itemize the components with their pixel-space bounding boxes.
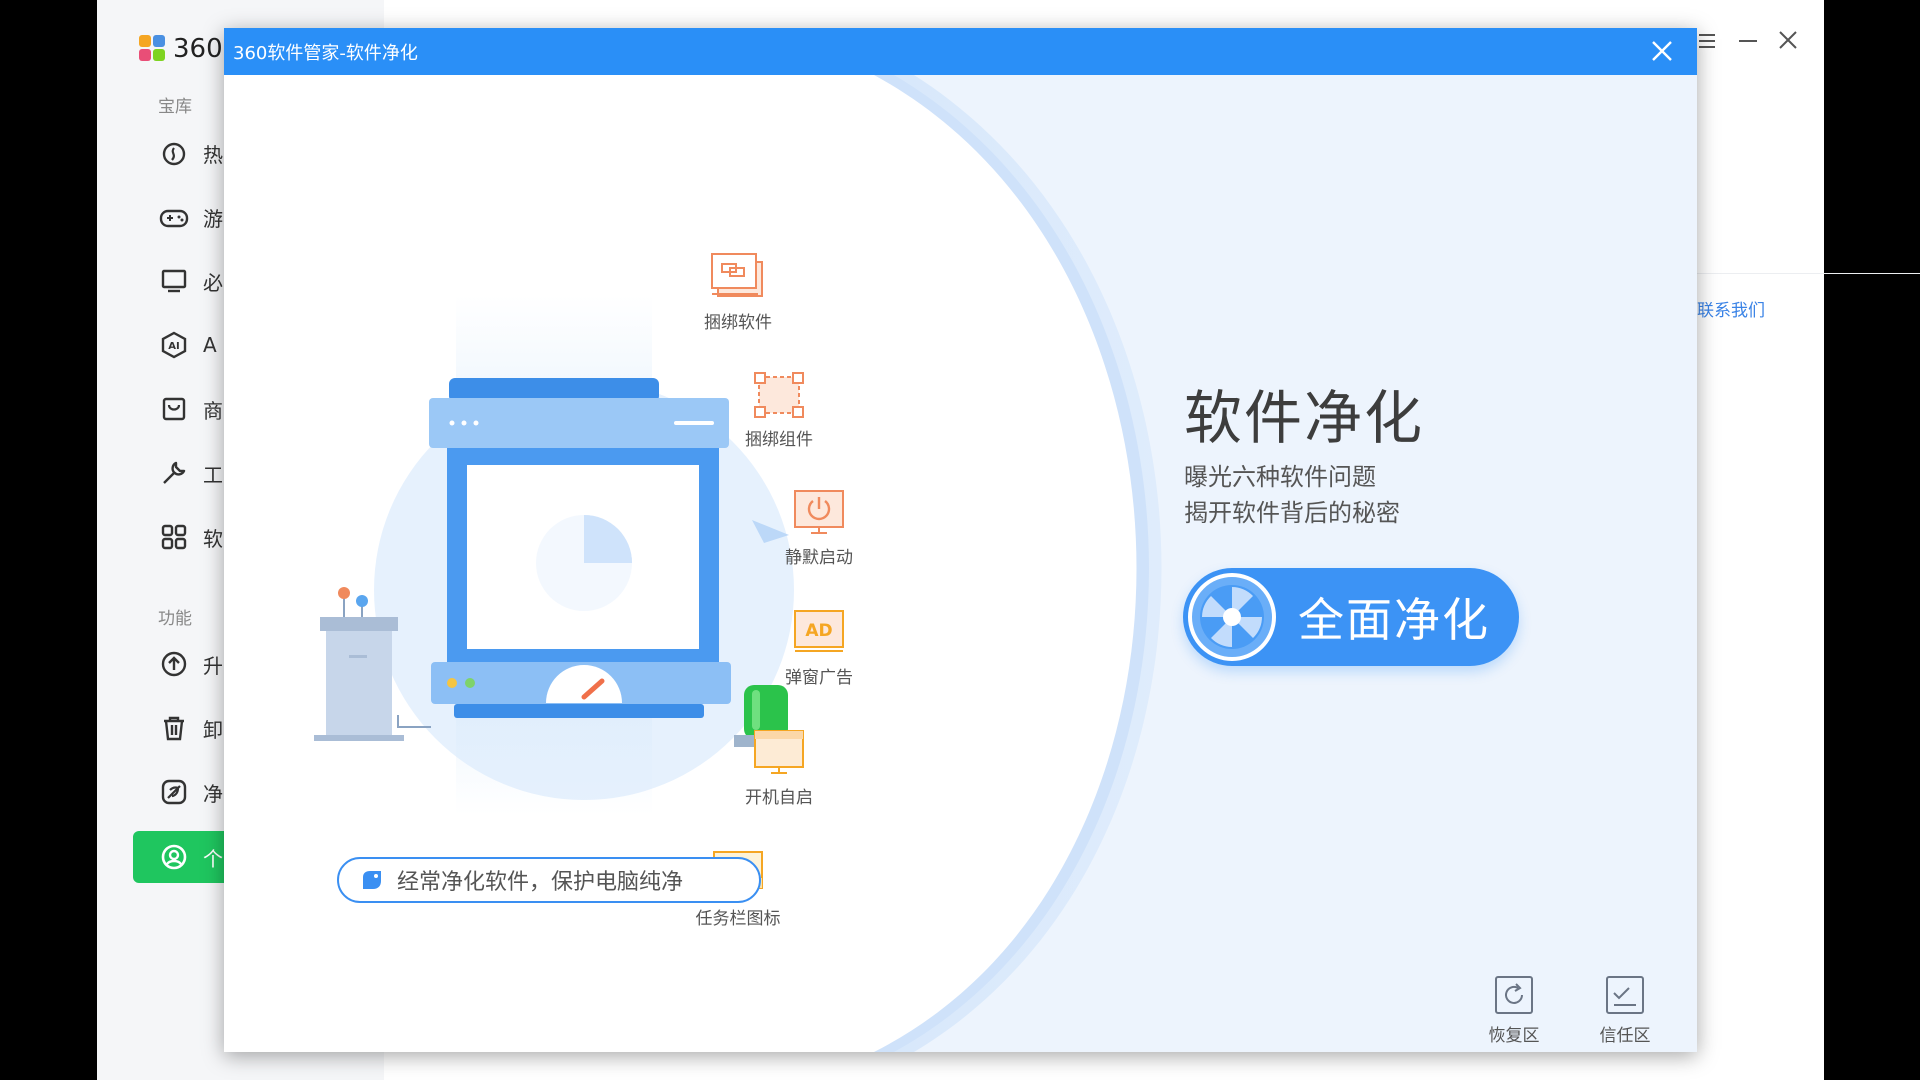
fire-icon — [159, 138, 189, 168]
restore-icon — [1495, 976, 1533, 1014]
software-clean-dialog: 360软件管家-软件净化 捆绑软件 捆绑组件 静默启动 AD 弹窗广告 开机自启… — [224, 28, 1697, 1052]
autostart-icon — [754, 730, 804, 774]
logo-icon — [139, 35, 167, 63]
logo-text: 360 — [173, 34, 223, 64]
popup-ad-icon: AD — [794, 610, 844, 652]
restore-zone-button[interactable]: 恢复区 — [1479, 975, 1549, 1046]
dialog-body: 捆绑软件 捆绑组件 静默启动 AD 弹窗广告 开机自启 任务栏图标 经常净化软件… — [224, 75, 1697, 1052]
user-circle-icon — [159, 842, 189, 872]
feature-silent-start: 静默启动 — [764, 487, 874, 568]
grid-icon — [159, 522, 189, 552]
clean-leaf-icon — [159, 777, 189, 807]
trash-icon — [159, 713, 189, 743]
divider — [1690, 273, 1920, 274]
bg-close-icon[interactable] — [1777, 28, 1799, 58]
feature-autostart: 开机自启 — [724, 727, 834, 808]
page-title: 软件净化 — [1184, 384, 1425, 452]
subtitle-line-2: 揭开软件背后的秘密 — [1184, 499, 1400, 527]
monitor-icon — [159, 266, 189, 296]
full-clean-label: 全面净化 — [1298, 593, 1490, 647]
section-label-library: 宝库 — [158, 97, 192, 117]
upgrade-arrow-icon — [159, 649, 189, 679]
svg-text:AI: AI — [168, 341, 179, 352]
tag-icon — [363, 871, 381, 889]
dialog-title: 360软件管家-软件净化 — [233, 42, 418, 64]
close-icon — [1652, 41, 1672, 61]
feature-bundled-component: 捆绑组件 — [724, 371, 834, 450]
wrench-icon — [159, 458, 189, 488]
menu-icon[interactable] — [1697, 28, 1717, 58]
bundled-component-icon — [754, 372, 804, 418]
fan-icon — [1188, 573, 1276, 661]
silent-start-icon — [794, 490, 844, 534]
dialog-titlebar: 360软件管家-软件净化 — [224, 28, 1697, 75]
contact-us-link[interactable]: 联系我们 — [1697, 296, 1765, 321]
subtitle-line-1: 曝光六种软件问题 — [1184, 463, 1376, 491]
full-clean-button[interactable]: 全面净化 — [1183, 568, 1519, 666]
section-label-functions: 功能 — [158, 609, 192, 629]
bundled-software-icon — [711, 253, 763, 297]
feature-bundled-software: 捆绑软件 — [683, 250, 793, 333]
tip-text: 经常净化软件，保护电脑纯净 — [397, 870, 684, 895]
gamepad-icon — [159, 202, 189, 232]
trust-zone-button[interactable]: 信任区 — [1590, 975, 1660, 1046]
trust-icon — [1606, 976, 1644, 1014]
app-logo: 360 — [139, 34, 223, 64]
tip-banner: 经常净化软件，保护电脑纯净 — [337, 857, 761, 903]
ai-hexagon-icon: AI — [159, 330, 189, 360]
minimize-icon[interactable] — [1737, 28, 1759, 58]
close-button[interactable] — [1647, 36, 1677, 66]
svg-text:AD: AD — [805, 621, 832, 641]
store-icon — [159, 394, 189, 424]
feature-popup-ad: AD 弹窗广告 — [764, 607, 874, 688]
